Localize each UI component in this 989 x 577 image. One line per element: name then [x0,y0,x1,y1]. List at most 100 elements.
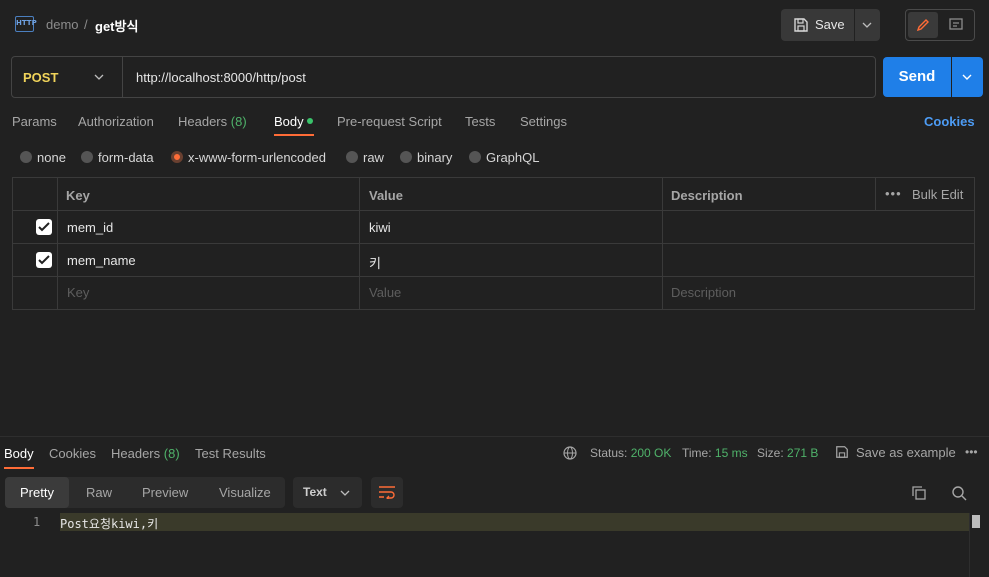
response-tab-headers[interactable]: Headers (8) [111,446,180,461]
format-label: Text [303,485,327,499]
tab-params[interactable]: Params [12,114,57,129]
save-button[interactable]: Save [781,9,854,41]
response-size[interactable]: Size: 271 B [757,446,818,460]
http-request-icon: HTTP [15,16,37,32]
more-options-icon[interactable]: ••• [885,186,902,201]
response-tab-headers-label: Headers [111,446,161,461]
row-checkbox[interactable] [36,252,52,268]
checkmark-icon [38,255,50,265]
method-select[interactable]: POST [23,70,58,85]
tab-headers-label: Headers [178,114,228,129]
radio-label: x-www-form-urlencoded [188,150,326,165]
response-tab-body[interactable]: Body [4,446,34,461]
param-value[interactable]: kiwi [369,220,391,235]
new-value-input[interactable]: Value [369,285,401,300]
wrap-lines-icon [379,486,395,499]
breadcrumb-separator: / [84,17,88,32]
highlighted-line [60,513,970,531]
radio-label: form-data [98,150,154,165]
status-value: 200 OK [630,446,672,460]
radio-circle [346,151,358,163]
size-label: Size: [757,446,784,460]
view-raw[interactable]: Raw [86,485,112,500]
row-checkbox[interactable] [36,219,52,235]
tab-pre-request-script[interactable]: Pre-request Script [337,114,442,129]
send-button[interactable]: Send [883,57,951,97]
save-icon[interactable] [835,445,849,459]
radio-label: none [37,150,66,165]
table-divider [875,177,876,210]
comment-icon [949,18,963,30]
edit-mode-button[interactable] [908,12,938,38]
view-pretty[interactable]: Pretty [20,485,54,500]
globe-icon[interactable] [563,446,577,460]
app-window: HTTP demo / get방식 Save POST http://local… [0,0,989,577]
url-input[interactable]: http://localhost:8000/http/post [136,70,306,85]
save-icon [794,18,808,32]
active-tab-underline [4,467,34,469]
table-divider [57,177,58,310]
chevron-down-icon [340,490,350,496]
new-description-input[interactable]: Description [671,285,736,300]
cookies-link[interactable]: Cookies [924,114,975,129]
radio-circle [469,151,481,163]
time-value: 15 ms [714,446,748,460]
param-key[interactable]: mem_id [67,220,113,235]
active-tab-underline [274,134,314,136]
response-tab-cookies[interactable]: Cookies [49,446,96,461]
tab-authorization[interactable]: Authorization [78,114,154,129]
documentation-mode-button[interactable] [944,12,970,38]
response-time[interactable]: Time: 15 ms [682,446,748,460]
breadcrumb-collection[interactable]: demo [46,17,79,32]
column-header-value: Value [369,188,403,203]
radio-label: GraphQL [486,150,540,165]
new-key-input[interactable]: Key [67,285,89,300]
line-number: 1 [33,515,41,529]
format-select[interactable]: Text [293,477,362,508]
table-divider [12,243,975,244]
time-label: Time: [682,446,712,460]
body-indicator-dot [307,118,313,124]
param-key[interactable]: mem_name [67,253,136,268]
search-icon[interactable] [951,485,967,501]
tab-settings[interactable]: Settings [520,114,567,129]
bulk-edit-button[interactable]: Bulk Edit [912,187,963,202]
response-tab-headers-count: (8) [163,446,180,461]
scrollbar-thumb[interactable] [972,515,980,528]
chevron-down-icon[interactable] [94,73,104,81]
url-divider [122,57,123,97]
column-header-description: Description [671,188,743,203]
radio-label: binary [417,150,453,165]
tab-headers[interactable]: Headers (8) [178,114,247,129]
status-label: Status: [590,446,628,460]
request-name[interactable]: get방식 [95,16,138,35]
more-options-icon[interactable]: ••• [965,445,978,459]
response-tab-test-results[interactable]: Test Results [195,446,266,461]
table-divider [359,177,360,310]
response-divider [0,436,989,437]
chevron-down-icon [962,74,972,80]
save-as-example-button[interactable]: Save as example [856,445,956,460]
tab-tests[interactable]: Tests [465,114,495,129]
radio-circle [20,151,32,163]
save-dropdown-button[interactable] [855,9,880,41]
table-divider [662,177,663,310]
wrap-lines-button[interactable] [371,477,403,508]
response-status[interactable]: Status: 200 OK [590,446,671,460]
pencil-icon [916,19,929,32]
tab-headers-count: (8) [230,114,247,129]
checkmark-icon [38,222,50,232]
copy-icon[interactable] [911,485,927,501]
send-dropdown-button[interactable] [952,57,983,97]
table-divider [12,210,975,211]
radio-label: raw [363,150,384,165]
size-value: 271 B [787,446,819,460]
response-body-text[interactable]: Post요청kiwi,키 [60,515,158,532]
view-preview[interactable]: Preview [142,485,188,500]
view-visualize[interactable]: Visualize [219,485,271,500]
tab-body[interactable]: Body [274,114,304,129]
param-value[interactable]: 키 [369,253,381,272]
radio-circle-selected [171,151,183,163]
chevron-down-icon [862,22,872,28]
column-header-key: Key [66,188,90,203]
